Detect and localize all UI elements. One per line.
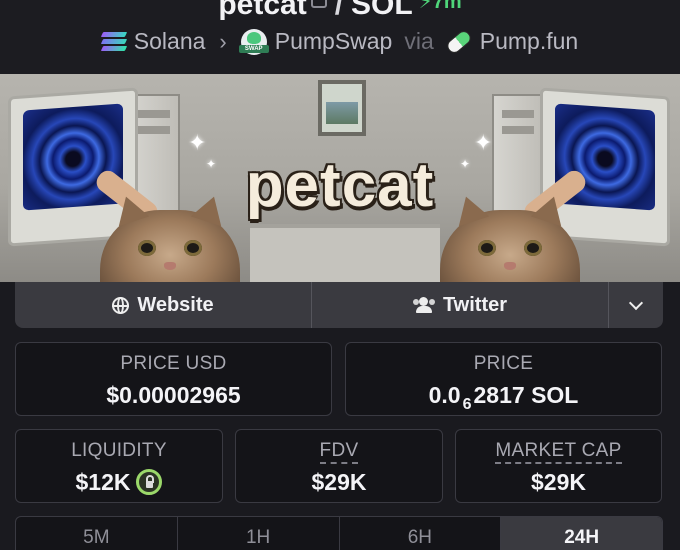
tab-6h[interactable]: 6H	[340, 517, 502, 550]
pair-header: petcat / SOL ⚡7m Solana › SWAP PumpSwap via…	[0, 0, 680, 74]
twitter-button[interactable]: Twitter	[312, 282, 609, 328]
breadcrumb-dex[interactable]: PumpSwap	[275, 28, 393, 55]
breadcrumb-via: via	[404, 28, 434, 54]
copy-icon[interactable]	[310, 0, 327, 8]
pair-separator: /	[334, 0, 344, 21]
quote-token-symbol: SOL	[351, 0, 413, 21]
breadcrumb: Solana › SWAP PumpSwap via Pump.fun	[0, 27, 680, 56]
social-links: Website Twitter	[15, 282, 663, 328]
price-sol-label: PRICE	[473, 353, 534, 374]
price-usd-value: $0.00002965	[106, 382, 241, 408]
token-banner: ✦ ✦ ✦ ✦ petcat	[0, 74, 680, 282]
pair-title: petcat / SOL ⚡7m	[0, 0, 680, 22]
fdv-card: FDV $29K	[235, 429, 443, 503]
chevron-right-icon: ›	[219, 28, 227, 54]
price-sol-card: PRICE 0.0 62817 SOL	[345, 342, 662, 416]
website-button[interactable]: Website	[15, 282, 312, 328]
fdv-label[interactable]: FDV	[236, 440, 442, 464]
wall-picture	[318, 80, 366, 136]
chevron-down-icon	[628, 295, 644, 310]
market-cap-label[interactable]: MARKET CAP	[456, 440, 661, 464]
breadcrumb-chain[interactable]: Solana	[134, 28, 206, 55]
liquidity-lock-icon[interactable]	[136, 469, 163, 495]
pair-age: ⚡7m	[418, 0, 462, 13]
more-links-button[interactable]	[609, 282, 663, 328]
base-token-symbol: petcat	[218, 0, 307, 21]
price-zero-count: 6	[462, 396, 472, 413]
pumpfun-icon	[444, 27, 474, 56]
pumpswap-icon: SWAP	[238, 28, 269, 55]
liquidity-value-row: $12K	[16, 469, 222, 496]
liquidity-card: LIQUIDITY $12K	[15, 429, 223, 503]
price-usd-label: PRICE USD	[120, 353, 227, 374]
market-cap-card: MARKET CAP $29K	[455, 429, 662, 503]
globe-icon	[112, 296, 130, 314]
breadcrumb-launchpad[interactable]: Pump.fun	[480, 28, 578, 55]
market-cap-value: $29K	[531, 469, 586, 495]
tab-5m[interactable]: 5M	[16, 517, 178, 550]
liquidity-label: LIQUIDITY	[71, 440, 167, 461]
timeframe-tabs: 5M 1H 6H 24H	[15, 516, 663, 550]
banner-title: petcat	[245, 151, 435, 220]
price-sol-value: 0.0 62817 SOL	[428, 382, 579, 413]
website-label: Website	[137, 293, 214, 316]
solana-icon	[100, 31, 127, 52]
fdv-value: $29K	[311, 469, 367, 495]
users-icon	[412, 297, 435, 313]
twitter-label: Twitter	[442, 293, 508, 316]
tab-1h[interactable]: 1H	[178, 517, 340, 550]
tab-24h[interactable]: 24H	[501, 517, 662, 550]
price-usd-card: PRICE USD $0.00002965	[15, 342, 332, 416]
liquidity-value: $12K	[75, 469, 131, 495]
desk	[250, 224, 440, 282]
